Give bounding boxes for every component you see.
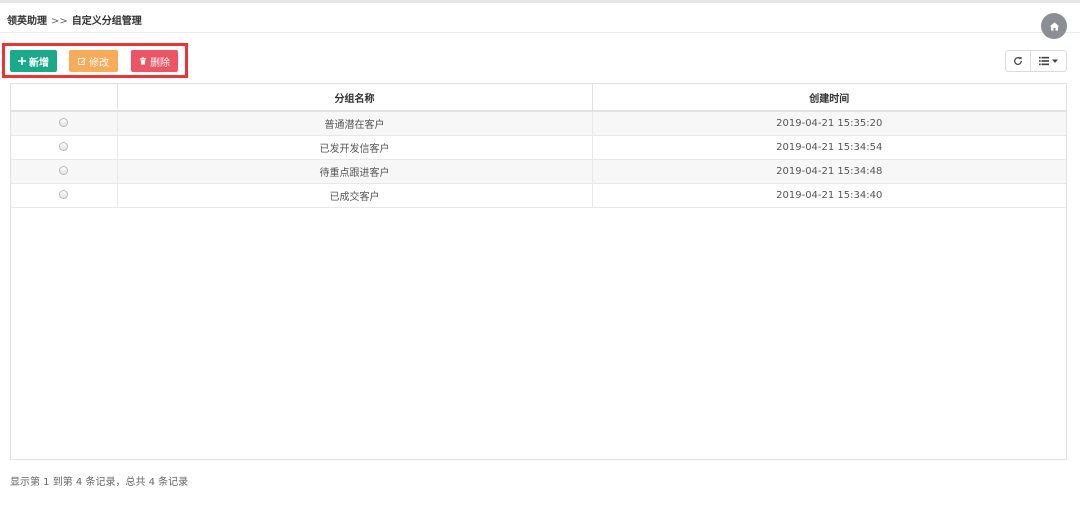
row-radio[interactable]: [59, 118, 69, 128]
group-name-cell: 已成交客户: [117, 183, 593, 208]
refresh-icon: [1013, 56, 1022, 65]
list-icon: [1038, 56, 1049, 66]
edit-button-label: 修改: [89, 57, 109, 69]
group-name-cell: 待重点跟进客户: [117, 159, 593, 184]
breadcrumb-separator: >>: [51, 16, 68, 27]
column-header-name[interactable]: 分组名称: [117, 84, 593, 112]
created-time-cell: 2019-04-21 15:34:40: [592, 183, 1066, 208]
page-header: 领英助理 >> 自定义分组管理: [0, 3, 1080, 33]
breadcrumb-current: 自定义分组管理: [71, 16, 142, 27]
refresh-button[interactable]: [1006, 51, 1031, 71]
group-name-cell: 普通潜在客户: [117, 111, 593, 136]
group-table: 分组名称 创建时间 普通潜在客户 2019-04-21 15:35:20 已发开…: [11, 84, 1066, 208]
pagination-info: 显示第 1 到第 4 条记录，总共 4 条记录: [10, 477, 189, 488]
home-icon: [1049, 21, 1059, 31]
breadcrumb-root[interactable]: 领英助理: [7, 16, 47, 27]
row-select-cell: [11, 135, 118, 160]
edit-button[interactable]: 修改: [69, 50, 118, 72]
group-name-cell: 已发开发信客户: [117, 135, 593, 160]
table-row[interactable]: 待重点跟进客户 2019-04-21 15:34:48: [11, 159, 1066, 184]
delete-button[interactable]: 删除: [131, 50, 178, 72]
created-time-cell: 2019-04-21 15:35:20: [592, 111, 1066, 136]
row-radio[interactable]: [59, 142, 69, 151]
plus-icon: [18, 57, 26, 65]
table-tools: [1005, 50, 1067, 72]
table-row[interactable]: 已发开发信客户 2019-04-21 15:34:54: [11, 135, 1066, 160]
home-button[interactable]: [1041, 13, 1067, 39]
row-radio[interactable]: [59, 166, 69, 175]
columns-toggle-button[interactable]: [1031, 51, 1066, 71]
caret-down-icon: [1051, 59, 1058, 63]
created-time-cell: 2019-04-21 15:34:54: [592, 135, 1066, 160]
table-header-row: 分组名称 创建时间: [11, 84, 1066, 112]
edit-icon: [78, 57, 86, 65]
table-row[interactable]: 普通潜在客户 2019-04-21 15:35:20: [11, 111, 1066, 136]
column-header-created[interactable]: 创建时间: [592, 84, 1066, 112]
data-table-container: 分组名称 创建时间 普通潜在客户 2019-04-21 15:35:20 已发开…: [10, 83, 1067, 460]
add-button[interactable]: 新增: [10, 50, 57, 72]
row-select-cell: [11, 183, 118, 208]
breadcrumb: 领英助理 >> 自定义分组管理: [7, 12, 142, 27]
row-select-cell: [11, 159, 118, 184]
delete-button-label: 删除: [150, 57, 170, 69]
column-header-select: [11, 84, 118, 112]
created-time-cell: 2019-04-21 15:34:48: [592, 159, 1066, 184]
trash-icon: [139, 57, 147, 65]
row-select-cell: [11, 111, 118, 136]
table-row[interactable]: 已成交客户 2019-04-21 15:34:40: [11, 183, 1066, 208]
add-button-label: 新增: [29, 57, 49, 69]
row-radio[interactable]: [59, 190, 69, 199]
